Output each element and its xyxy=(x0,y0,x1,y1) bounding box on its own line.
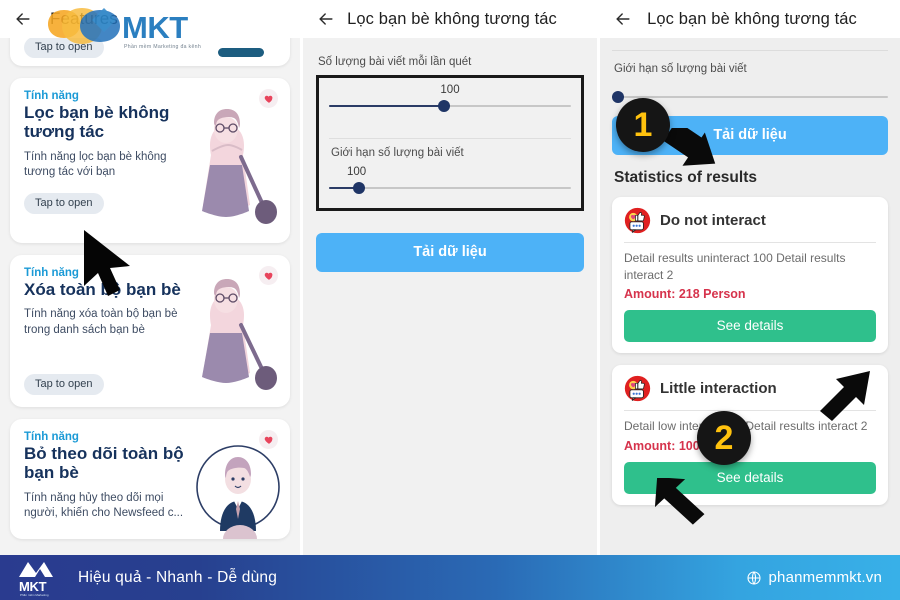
feature-title: Bỏ theo dõi toàn bộ bạn bè xyxy=(24,444,184,483)
post-limit-label: Giới hạn số lượng bài viết xyxy=(614,63,747,75)
stat-card-header: Do not interact xyxy=(624,207,876,234)
panel-features-list: Features Tap to open Tính năng Lọc bạn b… xyxy=(0,0,300,555)
stat-card-name: Do not interact xyxy=(660,212,766,229)
panels-container: Features Tap to open Tính năng Lọc bạn b… xyxy=(0,0,900,555)
right-appbar: Lọc bạn bè không tương tác xyxy=(600,0,900,38)
top-divider xyxy=(612,50,888,51)
feature-card-xoa-ban-be[interactable]: Tính năng Xóa toàn bộ bạn bè Tính năng x… xyxy=(10,255,290,407)
feature-card-list: Tap to open Tính năng Lọc bạn bè không t… xyxy=(0,20,300,539)
placeholder-pill xyxy=(218,48,264,57)
load-data-button[interactable]: Tải dữ liệu xyxy=(316,233,584,272)
back-arrow-icon[interactable] xyxy=(610,6,636,32)
feature-desc: Tính năng xóa toàn bộ bạn bè trong danh … xyxy=(24,308,178,336)
see-details-button[interactable]: See details xyxy=(624,461,876,494)
reactions-icon xyxy=(624,207,651,234)
back-arrow-icon[interactable] xyxy=(313,6,339,32)
mid-action-area: Tải dữ liệu xyxy=(303,211,597,272)
footer-bar: MKT Phần mềm Marketing Hiệu quả - Nhanh … xyxy=(0,555,900,600)
stat-card-amount: Amount: 218 Person xyxy=(624,287,746,302)
feature-title: Lọc bạn bè không tương tác xyxy=(24,103,170,142)
woman-illustration-icon xyxy=(192,78,284,243)
posts-per-scan-slider[interactable] xyxy=(329,98,571,114)
post-limit-value: 100 xyxy=(347,166,367,178)
slider-thumb[interactable] xyxy=(612,91,624,103)
watermark-tagline: Phần mềm Marketing đa kênh xyxy=(124,44,201,50)
settings-divider xyxy=(329,138,571,139)
tap-to-open-button[interactable]: Tap to open xyxy=(24,374,104,395)
slider-track xyxy=(329,187,571,189)
svg-text:Phần mềm Marketing: Phần mềm Marketing xyxy=(20,593,49,597)
mid-settings-body: Số lượng bài viết mỗi lần quét 100 Giới … xyxy=(303,38,597,211)
slider-fill xyxy=(329,105,446,107)
step-badge-2: 2 xyxy=(697,411,751,465)
stat-card-name: Little interaction xyxy=(660,380,777,398)
reactions-icon xyxy=(624,375,651,402)
post-limit-slider[interactable] xyxy=(329,180,571,196)
statistics-section-title: Statistics of results xyxy=(614,169,757,186)
slider-thumb[interactable] xyxy=(437,100,450,112)
feature-desc: Tính năng lọc bạn bè không tương tác với… xyxy=(24,150,167,179)
stat-card-do-not-interact: Do not interact Detail results uninterac… xyxy=(612,197,888,354)
stat-card-separator xyxy=(624,242,876,243)
post-limit-label: Giới hạn số lượng bài viết xyxy=(331,147,464,159)
feature-card-bo-theo-doi[interactable]: Tính năng Bỏ theo dõi toàn bộ bạn bè Tín… xyxy=(10,419,290,539)
mkt-watermark-logo: MKT Phần mềm Marketing đa kênh xyxy=(42,2,220,60)
globe-icon xyxy=(746,570,762,586)
posts-per-scan-value: 100 xyxy=(440,84,460,96)
screenshot-root: Features Tap to open Tính năng Lọc bạn b… xyxy=(0,0,900,600)
panel-filter-settings: Lọc bạn bè không tương tác Số lượng bài … xyxy=(300,0,600,555)
svg-text:MKT: MKT xyxy=(19,579,47,594)
man-illustration-icon xyxy=(192,419,284,539)
footer-website[interactable]: phanmemmkt.vn xyxy=(746,569,882,586)
stat-card-separator xyxy=(624,410,876,412)
mkt-logo: MKT Phần mềm Marketing xyxy=(14,559,66,597)
footer-slogan: Hiệu quả - Nhanh - Dễ dùng xyxy=(78,568,278,586)
mid-appbar: Lọc bạn bè không tương tác xyxy=(303,0,597,38)
back-arrow-icon[interactable] xyxy=(10,6,36,32)
footer-url: phanmemmkt.vn xyxy=(768,569,882,586)
stat-card-header: Little interaction xyxy=(624,375,876,402)
feature-desc: Tính năng hủy theo dõi mọi người, khiến … xyxy=(24,491,184,520)
step-badge-1: 1 xyxy=(616,98,670,152)
tap-to-open-button[interactable]: Tap to open xyxy=(24,192,104,214)
see-details-button[interactable]: See details xyxy=(624,310,876,343)
slider-track xyxy=(612,96,888,98)
right-page-title: Lọc bạn bè không tương tác xyxy=(647,9,857,28)
stat-card-detail: Detail results uninteract 100 Detail res… xyxy=(624,251,846,282)
posts-per-scan-label: Số lượng bài viết mỗi lần quét xyxy=(318,56,472,68)
slider-spacer xyxy=(329,114,571,130)
woman-illustration-icon xyxy=(192,255,284,407)
slider-thumb[interactable] xyxy=(353,182,366,194)
svg-text:MKT: MKT xyxy=(122,10,188,45)
sliders-highlight-box: 100 Giới hạn số lượng bài viết 100 xyxy=(316,75,584,211)
feature-title: Xóa toàn bộ bạn bè xyxy=(24,280,181,299)
mid-page-title: Lọc bạn bè không tương tác xyxy=(347,9,557,28)
panel-results: Lọc bạn bè không tương tác Giới hạn số l… xyxy=(600,0,900,555)
feature-card-loc-ban-be[interactable]: Tính năng Lọc bạn bè không tương tác Tín… xyxy=(10,78,290,243)
